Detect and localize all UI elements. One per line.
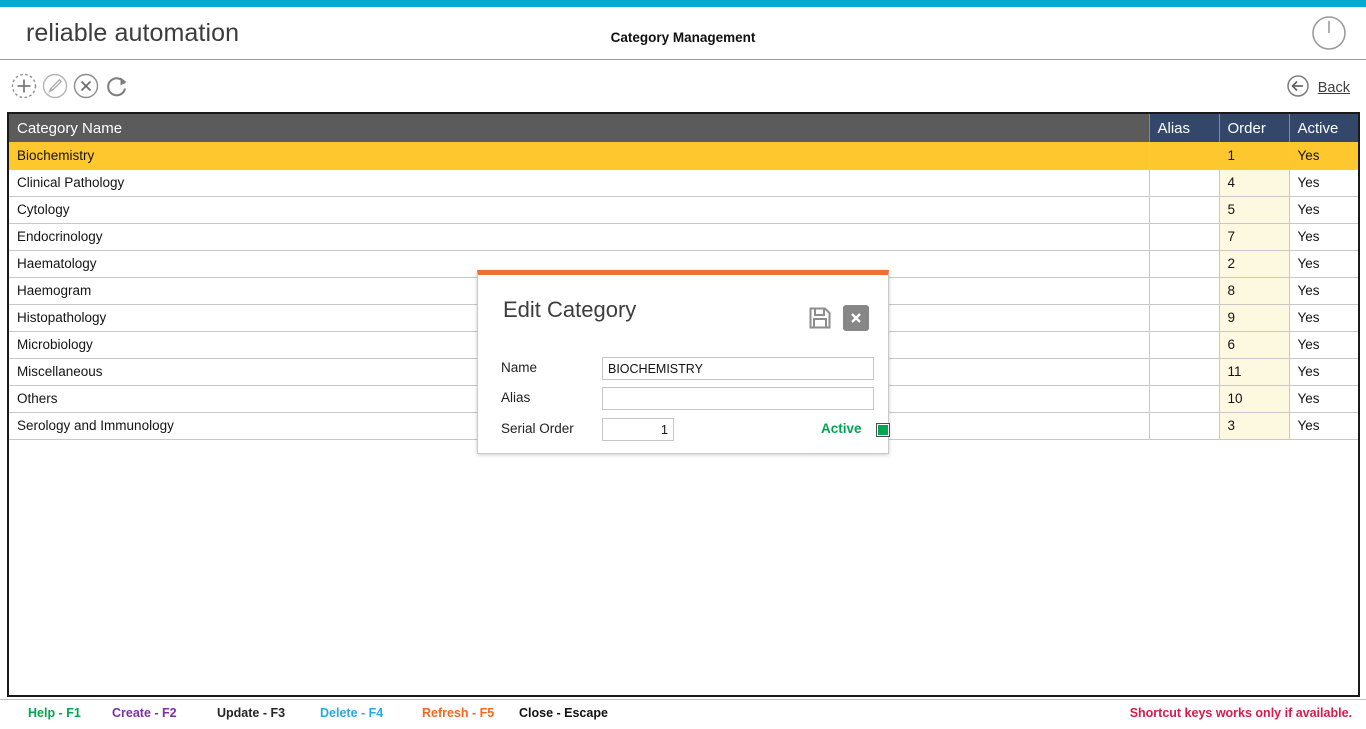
back-label: Back <box>1317 80 1350 96</box>
cell-order: 6 <box>1219 331 1290 359</box>
close-x-icon[interactable] <box>843 305 869 331</box>
footer-shortcut-0[interactable]: Help - F1 <box>28 706 81 720</box>
cell-category-name: Clinical Pathology <box>9 169 1150 197</box>
cell-alias <box>1149 277 1220 305</box>
cell-order: 10 <box>1219 385 1290 413</box>
grid-empty-cell <box>9 439 1149 689</box>
footer-shortcut-4[interactable]: Refresh - F5 <box>422 706 494 720</box>
grid-empty-cell <box>1219 439 1289 689</box>
table-row[interactable]: Clinical Pathology 4 Yes <box>9 169 1358 197</box>
cell-active: Yes <box>1289 169 1358 197</box>
cell-order: 1 <box>1219 142 1290 170</box>
arrow-left-circle-icon <box>1286 74 1310 103</box>
cell-alias <box>1149 358 1220 386</box>
toolbar: Back <box>0 61 1366 112</box>
cell-alias <box>1149 412 1220 440</box>
cell-active: Yes <box>1289 304 1358 332</box>
grid-empty-cell <box>1289 439 1358 689</box>
footer-shortcut-3[interactable]: Delete - F4 <box>320 706 383 720</box>
footer-shortcut-2[interactable]: Update - F3 <box>217 706 285 720</box>
cell-active: Yes <box>1289 358 1358 386</box>
cell-active: Yes <box>1289 250 1358 278</box>
table-row[interactable]: Biochemistry 1 Yes <box>9 142 1358 170</box>
cell-order: 8 <box>1219 277 1290 305</box>
column-header-alias[interactable]: Alias <box>1148 114 1219 142</box>
column-header-order[interactable]: Order <box>1218 114 1289 142</box>
cell-order: 9 <box>1219 304 1290 332</box>
page-title: Category Management <box>610 30 756 45</box>
edit-category-dialog: Edit Category Name Alias Serial Order Ac… <box>477 270 890 454</box>
cell-order: 7 <box>1219 223 1290 251</box>
serial-order-label: Serial Order <box>501 421 574 436</box>
cell-category-name: Cytology <box>9 196 1150 224</box>
cell-active: Yes <box>1289 385 1358 413</box>
plus-circle-icon[interactable] <box>9 71 39 101</box>
header-row: Category Name Alias Order Active <box>9 114 1358 142</box>
alias-input[interactable] <box>602 387 874 410</box>
cell-active: Yes <box>1289 412 1358 440</box>
cell-order: 11 <box>1219 358 1290 386</box>
cell-alias <box>1149 250 1220 278</box>
top-accent-bar <box>0 0 1366 7</box>
back-button[interactable]: Back <box>1286 74 1350 103</box>
cell-active: Yes <box>1289 277 1358 305</box>
grid-empty-cell <box>1149 439 1219 689</box>
cell-category-name: Endocrinology <box>9 223 1150 251</box>
serial-order-field-row: Serial Order Active <box>501 418 890 442</box>
cell-active: Yes <box>1289 223 1358 251</box>
name-input[interactable] <box>602 357 874 380</box>
footer-shortcut-1[interactable]: Create - F2 <box>112 706 177 720</box>
table-row[interactable]: Endocrinology 7 Yes <box>9 223 1358 251</box>
cell-active: Yes <box>1289 142 1358 170</box>
cell-alias <box>1149 196 1220 224</box>
cell-order: 4 <box>1219 169 1290 197</box>
refresh-circle-icon[interactable] <box>102 71 132 101</box>
serial-order-input[interactable] <box>602 418 674 441</box>
cell-alias <box>1149 331 1220 359</box>
footer-note: Shortcut keys works only if available. <box>1129 706 1352 720</box>
cell-category-name: Biochemistry <box>9 142 1150 170</box>
cell-alias <box>1149 142 1220 170</box>
cell-active: Yes <box>1289 331 1358 359</box>
floppy-disk-save-icon[interactable] <box>809 307 831 329</box>
active-label: Active <box>821 421 862 436</box>
dialog-title: Edit Category <box>503 297 637 322</box>
column-header-category-name[interactable]: Category Name <box>9 114 1149 142</box>
alias-field-row: Alias <box>501 387 876 411</box>
grid-empty-area <box>9 439 1358 689</box>
footer-shortcut-5[interactable]: Close - Escape <box>519 706 608 720</box>
cell-order: 5 <box>1219 196 1290 224</box>
x-circle-icon[interactable] <box>71 71 101 101</box>
cell-order: 3 <box>1219 412 1290 440</box>
alias-label: Alias <box>501 390 531 405</box>
cell-alias <box>1149 169 1220 197</box>
title-bar: reliable automation Category Management <box>0 7 1366 60</box>
active-checkbox[interactable] <box>876 423 890 437</box>
cell-order: 2 <box>1219 250 1290 278</box>
name-label: Name <box>501 360 538 375</box>
power-icon[interactable] <box>1307 11 1351 55</box>
cell-alias <box>1149 304 1220 332</box>
grid-header: Category Name Alias Order Active <box>9 114 1358 142</box>
cell-alias <box>1149 223 1220 251</box>
name-field-row: Name <box>501 357 876 381</box>
footer-status-bar: Help - F1 Create - F2 Update - F3 Delete - … <box>0 699 1366 729</box>
pencil-circle-icon[interactable] <box>40 71 70 101</box>
table-row[interactable]: Cytology 5 Yes <box>9 196 1358 224</box>
column-header-active[interactable]: Active <box>1288 114 1358 142</box>
cell-active: Yes <box>1289 196 1358 224</box>
cell-alias <box>1149 385 1220 413</box>
